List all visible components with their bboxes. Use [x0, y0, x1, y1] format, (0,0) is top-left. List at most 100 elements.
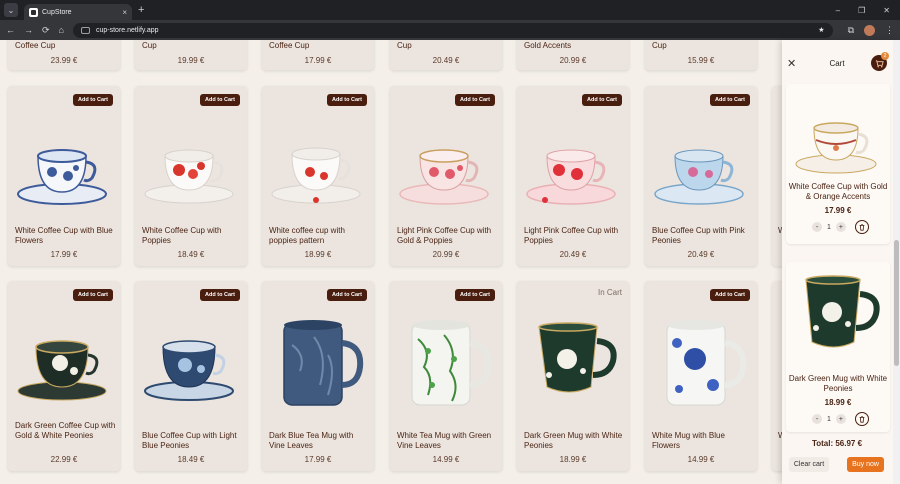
bookmark-star-icon[interactable]: ★: [818, 26, 824, 34]
reload-icon[interactable]: ⟳: [42, 25, 50, 36]
product-name: Gold Accents: [524, 41, 572, 50]
cart-item-name: White Coffee Cup with Gold & Orange Acce…: [788, 182, 888, 201]
back-icon[interactable]: ←: [6, 25, 15, 35]
add-to-cart-button[interactable]: Add to Cart: [710, 289, 750, 301]
product-card: Cup 15.99 €: [645, 40, 757, 70]
product-price: 17.99 €: [304, 56, 332, 65]
product-price: 14.99 €: [432, 455, 460, 464]
product-price: 15.99 €: [687, 56, 715, 65]
decrease-quantity-button[interactable]: -: [812, 222, 822, 232]
mug-image: [411, 320, 492, 406]
add-to-cart-button[interactable]: Add to Cart: [73, 289, 113, 301]
home-icon[interactable]: ⌂: [59, 25, 64, 35]
add-to-cart-button[interactable]: Add to Cart: [710, 94, 750, 106]
in-cart-label: In Cart: [597, 288, 622, 297]
cart-item-price: 17.99 €: [824, 206, 852, 215]
product-name: White Coffee Cup with Poppies: [142, 226, 222, 245]
product-name: Dark Green Coffee Cup with Gold & White …: [15, 421, 116, 440]
cup-image: [271, 147, 361, 204]
increase-quantity-button[interactable]: +: [835, 222, 846, 232]
new-tab-button[interactable]: +: [138, 4, 144, 16]
product-price: 14.99 €: [687, 455, 715, 464]
product-card: Cup 19.99 €: [135, 40, 247, 70]
product-name: Light Pink Coffee Cup with Poppies: [524, 226, 619, 245]
add-to-cart-button[interactable]: Add to Cart: [327, 289, 367, 301]
add-to-cart-button[interactable]: Add to Cart: [200, 289, 240, 301]
product-price: 17.99 €: [304, 455, 332, 464]
cup-image: [399, 149, 489, 205]
product-card[interactable]: Add to Cart White Coffee Cup with Poppie…: [135, 86, 247, 266]
cup-image: [17, 149, 107, 205]
decrease-quantity-button[interactable]: -: [812, 414, 822, 424]
product-card[interactable]: Add to Cart White coffee cup with poppie…: [262, 86, 374, 266]
cup-image: [144, 340, 234, 401]
cup-image: [795, 122, 877, 174]
browser-tab[interactable]: CupStore ×: [24, 4, 132, 20]
product-card[interactable]: Add to Cart Blue Coffee Cup with Light B…: [135, 281, 247, 471]
trash-icon[interactable]: [854, 412, 869, 426]
quantity-value: 1: [827, 415, 831, 423]
product-card[interactable]: Add to Cart Light Pink Coffee Cup with G…: [390, 86, 502, 266]
cart-item: Dark Green Mug with White Peonies 18.99 …: [786, 262, 890, 432]
product-card[interactable]: Add to Cart White Mug with Blue Flowers …: [645, 281, 757, 471]
restore-button[interactable]: ❐: [858, 6, 865, 15]
product-name: Dark Blue Tea Mug with Vine Leaves: [269, 431, 354, 450]
profile-avatar[interactable]: [864, 24, 875, 36]
quantity-value: 1: [827, 223, 831, 231]
url-text: cup-store.netlify.app: [95, 26, 159, 34]
product-price: 18.49 €: [177, 250, 205, 259]
product-name: Blue Coffee Cup with Pink Peonies: [652, 226, 745, 245]
add-to-cart-button[interactable]: Add to Cart: [200, 94, 240, 106]
cart-item: White Coffee Cup with Gold & Orange Acce…: [786, 84, 890, 244]
product-name: Cup: [397, 41, 412, 50]
product-grid: Coffee Cup 23.99 € Cup 19.99 € Coffee Cu…: [0, 40, 782, 484]
product-name: Cup: [652, 41, 667, 50]
product-card[interactable]: Add to Cart White Coffee Cup with Blue F…: [8, 86, 120, 266]
add-to-cart-button[interactable]: Add to Cart: [455, 94, 495, 106]
product-name: White coffee cup with poppies pattern: [269, 226, 345, 245]
product-price: 23.99 €: [50, 56, 78, 65]
product-card[interactable]: Add to Cart Dark Blue Tea Mug with Vine …: [262, 281, 374, 471]
scrollbar-thumb[interactable]: [894, 240, 899, 366]
add-to-cart-button[interactable]: Add to Cart: [455, 289, 495, 301]
browser-menu-icon[interactable]: ⋮: [885, 25, 894, 36]
product-price: 19.99 €: [177, 56, 205, 65]
product-name: Blue Coffee Cup with Light Blue Peonies: [142, 431, 237, 450]
cup-image: [17, 340, 107, 401]
cart-item-price: 18.99 €: [824, 398, 852, 407]
add-to-cart-button[interactable]: Add to Cart: [582, 94, 622, 106]
clear-cart-button[interactable]: Clear cart: [789, 457, 829, 472]
product-price: 17.99 €: [50, 250, 78, 259]
site-info-icon[interactable]: [80, 26, 90, 34]
product-price: 20.49 €: [559, 250, 587, 259]
add-to-cart-button[interactable]: Add to Cart: [327, 94, 367, 106]
cup-image: [144, 149, 234, 204]
trash-icon[interactable]: [854, 220, 869, 234]
minimize-button[interactable]: –: [836, 6, 840, 15]
product-card: Coffee Cup 17.99 €: [262, 40, 374, 70]
tab-close-button[interactable]: ×: [122, 8, 127, 17]
address-bar[interactable]: cup-store.netlify.app ★: [72, 22, 833, 38]
product-name: White Mug with Blue Flowers: [652, 431, 725, 450]
product-card[interactable]: Add to Cart White Tea Mug with Green Vin…: [390, 281, 502, 471]
product-card-partial: W: [772, 86, 782, 266]
increase-quantity-button[interactable]: +: [835, 414, 846, 424]
window-close-button[interactable]: ✕: [883, 6, 890, 15]
cart-count-badge: 2: [881, 52, 889, 60]
product-name: White Coffee Cup with Blue Flowers: [15, 226, 113, 245]
tab-search-button[interactable]: ⌄: [4, 3, 18, 17]
extensions-icon[interactable]: ⧉: [848, 25, 854, 36]
add-to-cart-button[interactable]: Add to Cart: [73, 94, 113, 106]
mug-image: [805, 275, 880, 348]
product-card-partial: W: [772, 281, 782, 471]
product-card[interactable]: Add to Cart Blue Coffee Cup with Pink Pe…: [645, 86, 757, 266]
product-name: Coffee Cup: [15, 41, 56, 50]
product-card: Coffee Cup 23.99 €: [8, 40, 120, 70]
forward-icon[interactable]: →: [24, 25, 33, 35]
product-card[interactable]: Add to Cart Light Pink Coffee Cup with P…: [517, 86, 629, 266]
buy-now-button[interactable]: Buy now: [847, 457, 884, 472]
product-card[interactable]: In Cart Dark Green Mug with White Peonie…: [517, 281, 629, 471]
product-card[interactable]: Add to Cart Dark Green Coffee Cup with G…: [8, 281, 120, 471]
product-price: 20.99 €: [432, 250, 460, 259]
cup-image: [654, 149, 744, 205]
